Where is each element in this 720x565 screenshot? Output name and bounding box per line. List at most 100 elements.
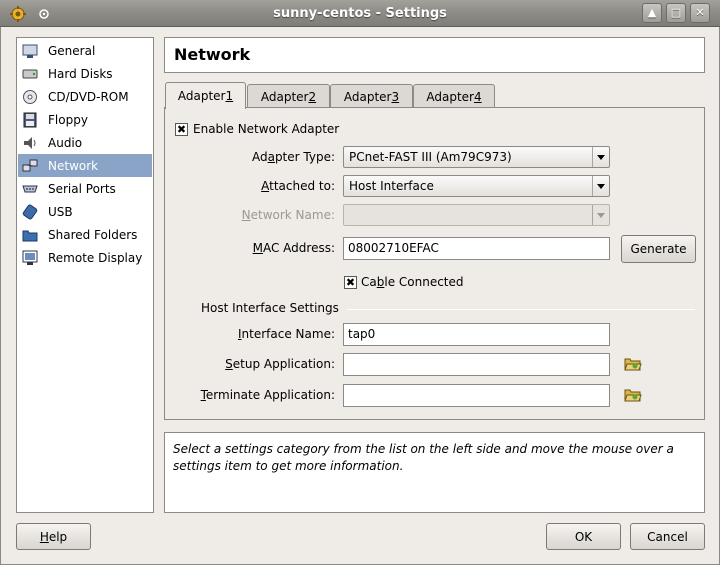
generate-button[interactable]: Generate xyxy=(621,235,696,263)
chevron-down-icon xyxy=(592,147,609,167)
label-part: pter Type: xyxy=(274,150,335,164)
sidebar-item-label: CD/DVD-ROM xyxy=(48,89,129,104)
sidebar-item-floppy[interactable]: Floppy xyxy=(18,108,152,131)
tab-label: Adapter xyxy=(260,89,309,104)
tab-mnemonic: 2 xyxy=(308,89,317,104)
sidebar-item-audio[interactable]: Audio xyxy=(18,131,152,154)
help-button[interactable]: Help xyxy=(16,523,91,550)
tab-adapter-1[interactable]: Adapter 1 xyxy=(165,82,246,109)
network-icon xyxy=(22,158,38,174)
terminate-application-input[interactable] xyxy=(343,384,610,407)
info-text: Select a settings category from the list… xyxy=(173,442,674,473)
interface-name-label: Interface Name: xyxy=(175,327,335,341)
close-icon: ✕ xyxy=(695,6,705,19)
attached-to-label: Attached to: xyxy=(175,179,335,193)
serial-port-icon xyxy=(22,181,38,197)
tab-label: Adapter xyxy=(343,89,392,104)
label-part: erminate Application: xyxy=(205,388,335,402)
close-button[interactable]: ✕ xyxy=(690,3,710,23)
sidebar-item-usb[interactable]: USB xyxy=(18,200,152,223)
tab-adapter-4[interactable]: Adapter 4 xyxy=(413,84,495,108)
tab-mnemonic: 4 xyxy=(473,89,482,104)
general-icon xyxy=(22,43,38,59)
cancel-button[interactable]: Cancel xyxy=(630,523,705,550)
sidebar-item-hard-disks[interactable]: Hard Disks xyxy=(18,62,152,85)
sidebar-item-shared-folders[interactable]: Shared Folders xyxy=(18,223,152,246)
settings-dialog: General Hard Disks CD/DVD-ROM Floppy Aud… xyxy=(0,27,720,565)
browse-setup-folder-icon[interactable] xyxy=(624,356,642,372)
sidebar-item-label: Audio xyxy=(48,135,83,150)
cable-connected-label: Cable Connected xyxy=(361,275,464,289)
sidebar-item-network[interactable]: Network xyxy=(18,154,152,177)
label-mnemonic: H xyxy=(39,529,49,544)
title-bar: sunny-centos - Settings ▲ □ ✕ xyxy=(0,0,720,27)
label-part: Ca xyxy=(361,275,377,289)
usb-icon xyxy=(22,204,38,220)
label-part: etup Application: xyxy=(232,357,335,371)
adapter-type-value: PCnet-FAST III (Am79C973) xyxy=(349,150,512,164)
chevron-down-icon xyxy=(592,205,609,225)
page-title: Network xyxy=(174,45,251,64)
adapter-panel: ✖ Enable Network Adapter Adapter Type: P… xyxy=(164,107,705,420)
label-mnemonic: N xyxy=(241,208,251,222)
section-divider xyxy=(347,309,695,310)
sidebar-item-serial-ports[interactable]: Serial Ports xyxy=(18,177,152,200)
category-list[interactable]: General Hard Disks CD/DVD-ROM Floppy Aud… xyxy=(16,37,154,513)
remote-display-icon xyxy=(22,250,38,266)
tab-label: Adapter xyxy=(426,89,474,104)
up-arrow-icon: ▲ xyxy=(647,6,657,19)
sidebar-item-label: Serial Ports xyxy=(48,181,116,196)
restore-icon: □ xyxy=(670,6,682,19)
page-header: Network xyxy=(164,37,705,73)
chevron-down-icon xyxy=(592,176,609,196)
label-part: AC Address: xyxy=(262,241,335,255)
ok-button[interactable]: OK xyxy=(546,523,621,550)
enable-adapter-checkbox[interactable]: ✖ xyxy=(175,123,188,136)
sidebar-item-label: Shared Folders xyxy=(48,227,138,242)
adapter-type-label: Adapter Type: xyxy=(175,150,335,164)
interface-name-input[interactable]: tap0 xyxy=(343,323,610,346)
setup-application-label: Setup Application: xyxy=(175,357,335,371)
cd-icon xyxy=(22,89,38,105)
browse-terminate-folder-icon[interactable] xyxy=(624,387,642,403)
mac-address-label: MAC Address: xyxy=(175,241,335,255)
adapter-type-select[interactable]: PCnet-FAST III (Am79C973) xyxy=(343,146,610,168)
cable-connected-checkbox[interactable]: ✖ xyxy=(344,276,357,289)
tab-label: Adapter xyxy=(177,89,226,103)
host-interface-section-title: Host Interface Settings xyxy=(201,301,339,315)
tab-adapter-2[interactable]: Adapter 2 xyxy=(247,84,330,108)
label-mnemonic: A xyxy=(261,179,270,193)
sidebar-item-label: General xyxy=(48,43,96,58)
sidebar-item-label: Remote Display xyxy=(48,250,143,265)
tab-mnemonic: 1 xyxy=(225,89,234,103)
attached-to-select[interactable]: Host Interface xyxy=(343,175,610,197)
attached-to-value: Host Interface xyxy=(349,179,434,193)
shared-folder-icon xyxy=(22,227,38,243)
tab-adapter-3[interactable]: Adapter 3 xyxy=(330,84,413,108)
floppy-icon xyxy=(22,112,38,128)
network-name-select[interactable] xyxy=(343,204,610,226)
label-part: ttached to: xyxy=(269,179,335,193)
shade-button[interactable]: ▲ xyxy=(642,3,662,23)
setup-application-input[interactable] xyxy=(343,353,610,376)
sidebar-item-label: Floppy xyxy=(48,112,88,127)
window-title: sunny-centos - Settings xyxy=(273,6,447,21)
sidebar-item-label: Network xyxy=(48,158,99,173)
audio-icon xyxy=(22,135,38,151)
sidebar-item-remote-display[interactable]: Remote Display xyxy=(18,246,152,269)
label-part: elp xyxy=(48,529,68,544)
maximize-button[interactable]: □ xyxy=(666,3,686,23)
sidebar-item-general[interactable]: General xyxy=(18,39,152,62)
label-part: etwork Name: xyxy=(250,208,335,222)
info-panel: Select a settings category from the list… xyxy=(164,432,705,513)
sidebar-item-label: USB xyxy=(48,204,73,219)
mac-address-input[interactable]: 08002710EFAC xyxy=(343,237,610,260)
enable-adapter-label: Enable Network Adapter xyxy=(193,122,340,136)
hard-disk-icon xyxy=(22,66,38,82)
label-part: le Connected xyxy=(384,275,464,289)
label-part: nterface Name: xyxy=(241,327,335,341)
sidebar-item-label: Hard Disks xyxy=(48,66,113,81)
sidebar-item-cd-dvd-rom[interactable]: CD/DVD-ROM xyxy=(18,85,152,108)
terminate-application-label: Terminate Application: xyxy=(175,388,335,402)
tab-mnemonic: 3 xyxy=(391,89,400,104)
